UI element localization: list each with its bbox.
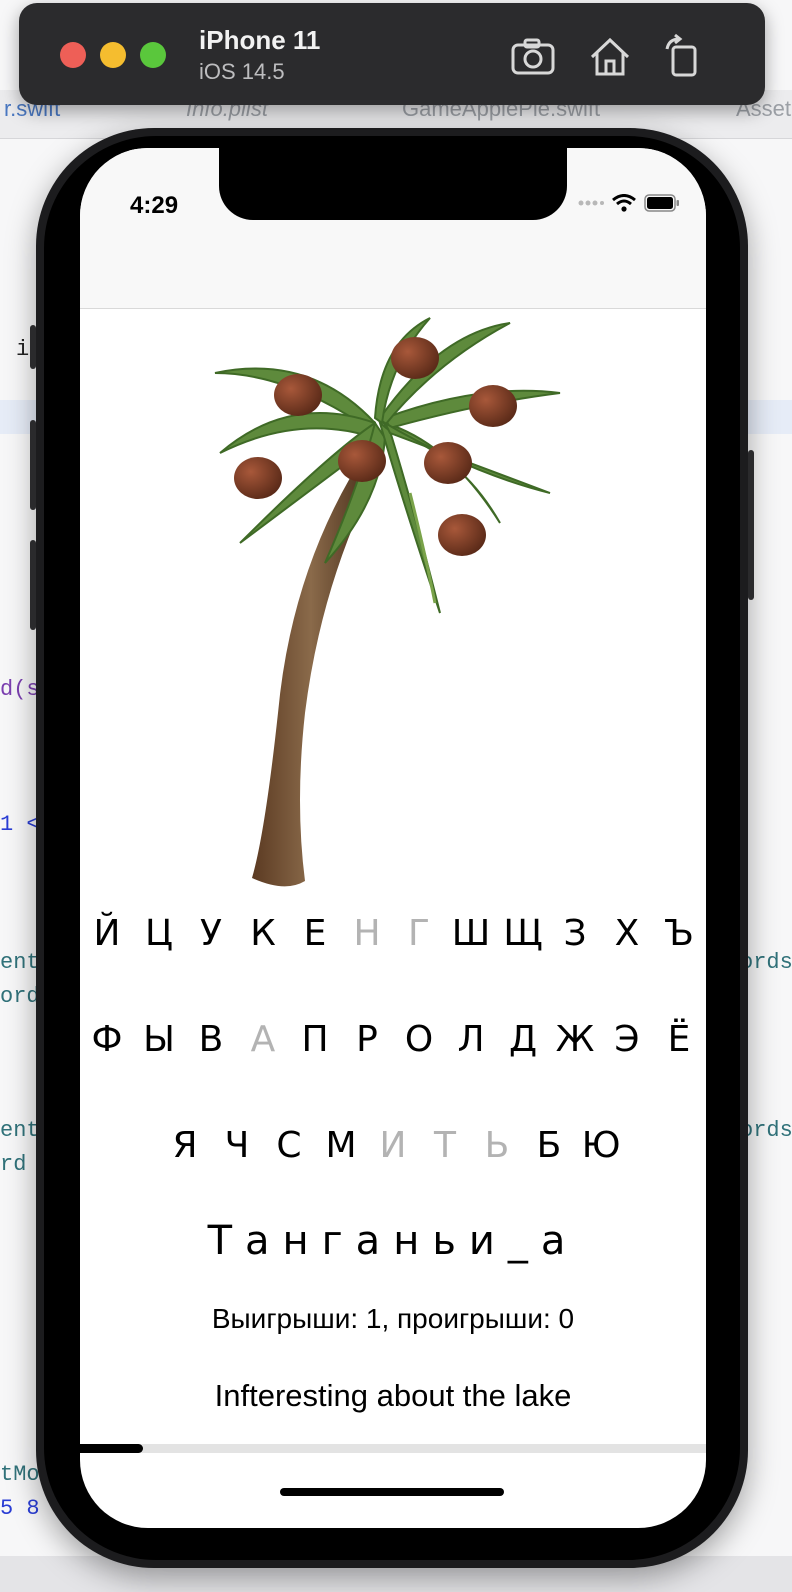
letter-key[interactable]: И bbox=[367, 1122, 419, 1170]
status-time: 4:29 bbox=[130, 192, 179, 219]
letter-key[interactable]: Л bbox=[445, 1016, 497, 1064]
power-button[interactable] bbox=[748, 450, 754, 600]
code-fragment: d(s bbox=[0, 677, 40, 702]
battery-icon bbox=[644, 194, 679, 212]
letter-key[interactable]: Й bbox=[81, 910, 133, 958]
letter-key[interactable]: Ж bbox=[549, 1016, 601, 1064]
progress-bar bbox=[80, 1444, 706, 1453]
device-name: iPhone 11 bbox=[199, 25, 321, 55]
screenshot-icon[interactable] bbox=[509, 33, 557, 81]
letter-key[interactable]: Х bbox=[601, 910, 653, 958]
cellular-signal-icon bbox=[578, 200, 604, 206]
letter-key[interactable]: Н bbox=[341, 910, 393, 958]
letter-key[interactable]: Ф bbox=[81, 1016, 133, 1064]
letter-key[interactable]: К bbox=[237, 910, 289, 958]
letter-key[interactable]: А bbox=[237, 1016, 289, 1064]
letter-key[interactable]: Ы bbox=[133, 1016, 185, 1064]
letter-key[interactable]: М bbox=[315, 1122, 367, 1170]
notch bbox=[219, 148, 567, 220]
letter-key[interactable]: Ц bbox=[133, 910, 185, 958]
palm-tree-image bbox=[214, 317, 561, 887]
letter-key[interactable]: Ч bbox=[211, 1122, 263, 1170]
letter-key[interactable]: З bbox=[549, 910, 601, 958]
letter-key[interactable]: Э bbox=[601, 1016, 653, 1064]
letter-key[interactable]: У bbox=[185, 910, 237, 958]
zoom-window-button[interactable] bbox=[140, 42, 166, 68]
code-fragment: 5 8 bbox=[0, 1496, 40, 1521]
code-fragment: i bbox=[16, 337, 30, 362]
guessed-word: Танганьи_а bbox=[207, 1218, 579, 1264]
code-fragment: ent bbox=[0, 950, 40, 975]
rotate-icon[interactable] bbox=[659, 33, 707, 81]
code-fragment: 1 < bbox=[0, 812, 40, 837]
code-fragment: rd bbox=[0, 1152, 27, 1177]
letter-key[interactable]: Ё bbox=[653, 1016, 705, 1064]
score-label: Выигрыши: 1, проигрыши: 0 bbox=[211, 1303, 575, 1334]
status-icons bbox=[578, 194, 680, 212]
letter-key[interactable]: Ь bbox=[471, 1122, 523, 1170]
letter-key[interactable]: О bbox=[393, 1016, 445, 1064]
letter-key[interactable]: С bbox=[263, 1122, 315, 1170]
letter-key[interactable]: Е bbox=[289, 910, 341, 958]
keyboard-row-2: ФЫВАПРОЛДЖЭЁ bbox=[80, 1016, 706, 1064]
letter-key[interactable]: Б bbox=[523, 1122, 575, 1170]
code-fragment: ent bbox=[0, 1118, 40, 1143]
letter-key[interactable]: Щ bbox=[497, 910, 549, 958]
simulator-title-bar: iPhone 11 iOS 14.5 bbox=[19, 3, 765, 105]
letter-key[interactable]: Г bbox=[393, 910, 445, 958]
os-version: iOS 14.5 bbox=[199, 59, 285, 84]
keyboard-row-3: ЯЧСМИТЬБЮ bbox=[80, 1122, 706, 1170]
volume-down-button[interactable] bbox=[30, 540, 36, 630]
keyboard-row-1: ЙЦУКЕНГШЩЗХЪ bbox=[80, 910, 706, 958]
minimize-window-button[interactable] bbox=[100, 42, 126, 68]
mute-switch[interactable] bbox=[30, 325, 36, 369]
letter-key[interactable]: Ъ bbox=[653, 910, 705, 958]
palm-trunk bbox=[252, 478, 370, 887]
progress-bar-fill bbox=[80, 1444, 143, 1453]
app-screen: 4:29 Й Ц У К Е Н Г Ш Щ З Х Ъ Ф Ы В А П Р… bbox=[80, 148, 706, 1528]
fact-button[interactable]: Infteresting about the lake bbox=[80, 1378, 706, 1414]
home-icon[interactable] bbox=[586, 33, 634, 81]
letter-key[interactable]: Д bbox=[497, 1016, 549, 1064]
home-indicator[interactable] bbox=[280, 1488, 504, 1496]
close-window-button[interactable] bbox=[60, 42, 86, 68]
wifi-icon bbox=[612, 194, 636, 212]
code-fragment: tMo bbox=[0, 1462, 40, 1487]
letter-key[interactable]: Ш bbox=[445, 910, 497, 958]
letter-key[interactable]: Ю bbox=[575, 1122, 627, 1170]
code-fragment: ord bbox=[0, 984, 40, 1009]
letter-key[interactable]: П bbox=[289, 1016, 341, 1064]
letter-key[interactable]: В bbox=[185, 1016, 237, 1064]
letter-key[interactable]: Я bbox=[159, 1122, 211, 1170]
letter-key[interactable]: Т bbox=[419, 1122, 471, 1170]
letter-key[interactable]: Р bbox=[341, 1016, 393, 1064]
volume-up-button[interactable] bbox=[30, 420, 36, 510]
